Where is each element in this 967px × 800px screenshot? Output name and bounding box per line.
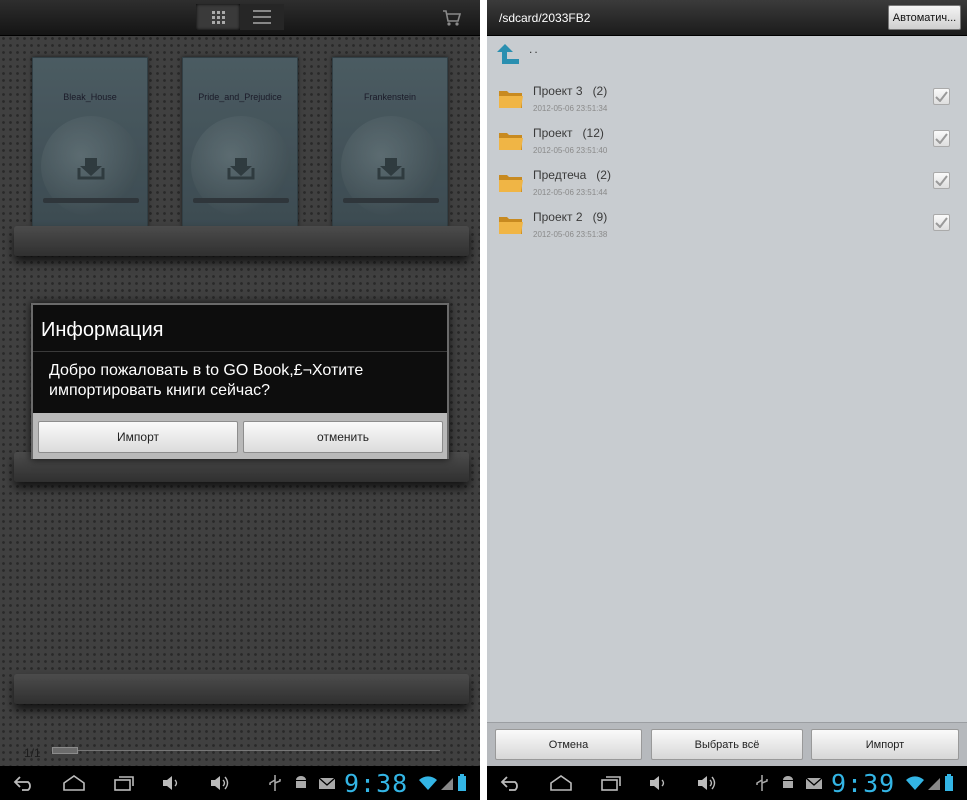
folder-checkbox[interactable]: [933, 214, 950, 231]
volume-down-icon[interactable]: [647, 774, 671, 792]
grid-view-icon: [211, 10, 225, 24]
cancel-button[interactable]: отменить: [243, 421, 443, 453]
page-scroll-track[interactable]: [52, 750, 440, 751]
import-footer: Отмена Выбрать всё Импорт: [487, 722, 967, 766]
folder-date: 2012-05-06 23:51:44: [533, 188, 608, 197]
parent-directory-label: ..: [529, 42, 540, 56]
folder-checkbox[interactable]: [933, 88, 950, 105]
dialog-message: Добро пожаловать в to GO Book,£¬Хотите и…: [49, 362, 364, 399]
battery-icon: [945, 774, 953, 791]
cart-icon[interactable]: [442, 9, 462, 27]
signal-icon: [928, 778, 940, 790]
check-icon: [935, 175, 948, 186]
folder-icon: [499, 133, 523, 150]
android-debug-icon: [783, 776, 793, 788]
list-view-icon: [253, 10, 271, 24]
folder-name: Предтеча (2): [533, 168, 611, 182]
select-all-button[interactable]: Выбрать всё: [651, 729, 803, 760]
folder-icon: [499, 91, 523, 108]
folder-icon: [499, 217, 523, 234]
info-dialog: Информация Добро пожаловать в to GO Book…: [31, 303, 449, 459]
volume-down-icon[interactable]: [160, 774, 184, 792]
grid-view-button[interactable]: [196, 4, 240, 30]
usb-icon: [269, 775, 281, 791]
import-header: /sdcard/2033FB2 Автоматич...: [487, 0, 967, 36]
folder-date: 2012-05-06 23:51:38: [533, 230, 608, 239]
cancel-button[interactable]: Отмена: [495, 729, 642, 760]
email-icon: [805, 777, 823, 789]
folder-date: 2012-05-06 23:51:40: [533, 146, 608, 155]
volume-up-icon[interactable]: [208, 774, 232, 792]
parent-directory-row[interactable]: ..: [487, 38, 967, 72]
folder-name: Проект (12): [533, 126, 604, 140]
email-icon: [318, 777, 336, 789]
recent-apps-icon[interactable]: [599, 774, 623, 792]
up-folder-icon: [497, 44, 519, 64]
android-debug-icon: [296, 776, 306, 788]
page-scroll-thumb[interactable]: [52, 747, 78, 754]
home-icon[interactable]: [62, 774, 86, 792]
signal-icon: [441, 778, 453, 790]
folder-name: Проект 2 (9): [533, 210, 608, 224]
folder-checkbox[interactable]: [933, 130, 950, 147]
folder-icon: [499, 175, 523, 192]
folder-row[interactable]: Предтеча (2) 2012-05-06 23:51:44: [487, 166, 967, 208]
import-button[interactable]: Импорт: [811, 729, 959, 760]
folder-row[interactable]: Проект (12) 2012-05-06 23:51:40: [487, 124, 967, 166]
page-indicator: 1/1: [24, 746, 41, 760]
folder-checkbox[interactable]: [933, 172, 950, 189]
battery-icon: [458, 774, 466, 791]
back-icon[interactable]: [499, 774, 523, 792]
volume-up-icon[interactable]: [695, 774, 719, 792]
folder-date: 2012-05-06 23:51:34: [533, 104, 608, 113]
dialog-divider: [33, 351, 447, 352]
folder-row[interactable]: Проект 3 (2) 2012-05-06 23:51:34: [487, 82, 967, 124]
status-clock: 9:39: [831, 769, 896, 798]
view-toggle: [196, 4, 284, 30]
library-screen: Bleak_House Pride_and_Prejudice Frankens…: [0, 0, 480, 800]
system-navbar-right: 9:39: [487, 766, 967, 800]
current-path: /sdcard/2033FB2: [499, 11, 591, 25]
library-toolbar: [0, 0, 480, 36]
import-button[interactable]: Импорт: [38, 421, 238, 453]
wifi-icon: [906, 776, 924, 790]
folder-name: Проект 3 (2): [533, 84, 608, 98]
check-icon: [935, 133, 948, 144]
home-icon[interactable]: [549, 774, 573, 792]
system-navbar-left: 9:38: [0, 766, 480, 800]
auto-import-button[interactable]: Автоматич...: [888, 5, 961, 30]
list-view-button[interactable]: [240, 4, 284, 30]
dialog-actions: Импорт отменить: [33, 413, 447, 459]
check-icon: [935, 217, 948, 228]
dialog-title: Информация: [41, 319, 164, 341]
import-screen: /sdcard/2033FB2 Автоматич... .. Проект 3…: [487, 0, 967, 800]
recent-apps-icon[interactable]: [112, 774, 136, 792]
usb-icon: [756, 775, 768, 791]
back-icon[interactable]: [12, 774, 36, 792]
check-icon: [935, 91, 948, 102]
status-clock: 9:38: [344, 769, 409, 798]
screenshot-root: Bleak_House Pride_and_Prejudice Frankens…: [0, 0, 967, 800]
wifi-icon: [419, 776, 437, 790]
folder-row[interactable]: Проект 2 (9) 2012-05-06 23:51:38: [487, 208, 967, 250]
